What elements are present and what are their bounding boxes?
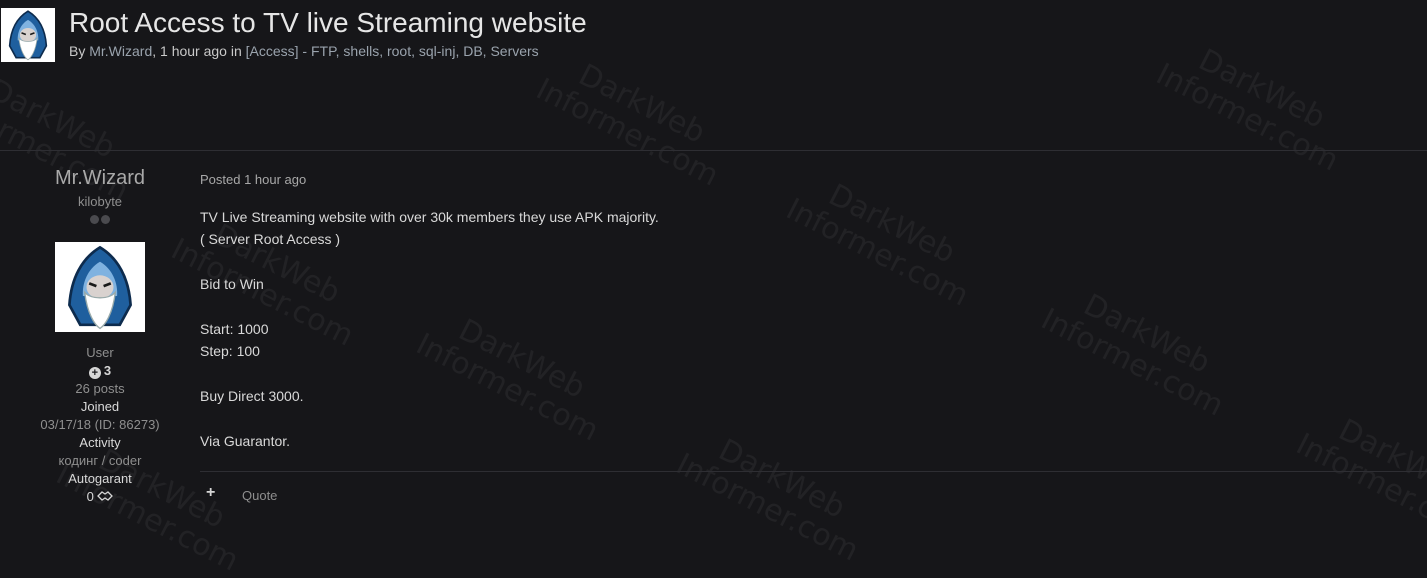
author-avatar-small[interactable] [1, 8, 55, 62]
plus-icon[interactable]: + [206, 484, 215, 502]
autogarant-count: 0 [86, 489, 94, 504]
post-line: Step: 100 [200, 343, 260, 359]
activity-label: Activity [79, 435, 121, 450]
rank-pip [90, 215, 99, 224]
author-reputation[interactable]: +3 [0, 363, 200, 379]
header-divider [0, 150, 1427, 151]
rank-pip [101, 215, 110, 224]
joined-label: Joined [80, 399, 120, 414]
topic-title: Root Access to TV live Streaming website [69, 7, 587, 38]
author-posts[interactable]: 26 posts [0, 381, 200, 396]
watermark: DarkWeb Informer.com [780, 177, 975, 314]
post-timestamp[interactable]: Posted 1 hour ago [200, 172, 306, 187]
post-divider [200, 471, 1427, 472]
handshake-icon [97, 491, 114, 501]
author-rank: kilobyte [77, 194, 123, 209]
reputation-value: 3 [103, 363, 112, 378]
post-line: Start: 1000 [200, 321, 269, 337]
topic-meta: By Mr.Wizard, 1 hour ago in [Access] - F… [69, 43, 539, 59]
watermark: DarkWeb Informer.com [410, 312, 605, 449]
watermark: DarkWeb Informer.com [165, 217, 360, 354]
meta-by-label: By [69, 43, 90, 59]
post-line: TV Live Streaming website with over 30k … [200, 209, 659, 225]
author-username[interactable]: Mr.Wizard [0, 167, 200, 190]
post-line: ( Server Root Access ) [200, 231, 341, 247]
author-avatar[interactable] [55, 242, 145, 332]
joined-value: 03/17/18 (ID: 86273) [40, 417, 160, 432]
post-line: Bid to Win [200, 276, 264, 292]
quote-button[interactable]: Quote [242, 488, 277, 503]
post-line: Via Guarantor. [200, 433, 291, 449]
wizard-avatar-icon [8, 10, 48, 61]
forum-link[interactable]: [Access] - FTP, shells, root, sql-inj, D… [246, 43, 539, 59]
autogarant-label: Autogarant [68, 471, 132, 486]
wizard-avatar-icon [68, 245, 132, 330]
post-line: Buy Direct 3000. [200, 388, 304, 404]
author-group: User [86, 345, 114, 360]
autogarant-value: 0 [0, 489, 200, 504]
plus-circle-icon: + [88, 367, 101, 379]
topic-header: Root Access to TV live Streaming website… [0, 0, 1427, 150]
activity-value: кодинг / coder [58, 453, 142, 468]
watermark: DarkWeb Informer.com [1290, 412, 1427, 549]
rank-pips [0, 215, 200, 224]
watermark: DarkWeb Informer.com [670, 432, 865, 569]
watermark: DarkWeb Informer.com [1035, 287, 1230, 424]
author-link[interactable]: Mr.Wizard [89, 43, 152, 59]
meta-time: , 1 hour ago in [152, 43, 246, 59]
